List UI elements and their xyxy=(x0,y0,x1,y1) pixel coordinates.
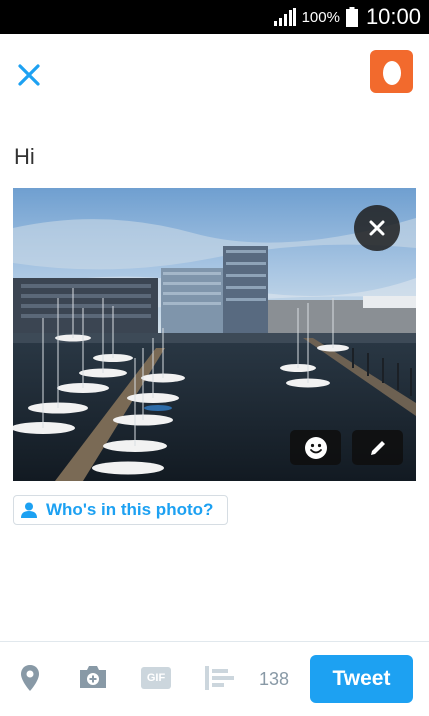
stickers-button[interactable] xyxy=(290,430,341,465)
status-bar: 100% 10:00 xyxy=(0,0,429,34)
compose-header xyxy=(0,34,429,110)
smiley-icon xyxy=(304,436,327,459)
tweet-button[interactable]: Tweet xyxy=(310,655,413,703)
tweet-text[interactable]: Hi xyxy=(14,144,35,170)
camera-icon[interactable] xyxy=(78,664,108,690)
tag-people-button[interactable]: Who's in this photo? xyxy=(13,495,229,525)
remove-photo-button[interactable] xyxy=(354,205,400,251)
tag-people-label: Who's in this photo? xyxy=(46,500,214,519)
compose-toolbar: GIF 138 Tweet xyxy=(0,642,429,716)
close-icon xyxy=(369,220,385,236)
signal-icon xyxy=(273,8,296,26)
battery-icon xyxy=(345,7,358,27)
person-icon xyxy=(21,502,37,518)
clock: 10:00 xyxy=(365,4,421,29)
attached-photo xyxy=(13,188,416,481)
edit-photo-button[interactable] xyxy=(352,430,403,465)
gif-button[interactable]: GIF xyxy=(141,667,171,689)
close-button[interactable] xyxy=(14,60,44,90)
location-pin-icon[interactable] xyxy=(20,664,40,692)
character-count: 138 xyxy=(259,669,290,689)
tweet-button-label: Tweet xyxy=(332,667,391,690)
pencil-icon xyxy=(370,440,385,455)
gif-label: GIF xyxy=(146,672,166,684)
egg-avatar-icon xyxy=(382,60,401,85)
close-icon xyxy=(18,64,40,86)
poll-icon[interactable] xyxy=(205,666,235,690)
avatar[interactable] xyxy=(370,50,413,93)
battery-percent: 100% xyxy=(301,8,340,26)
